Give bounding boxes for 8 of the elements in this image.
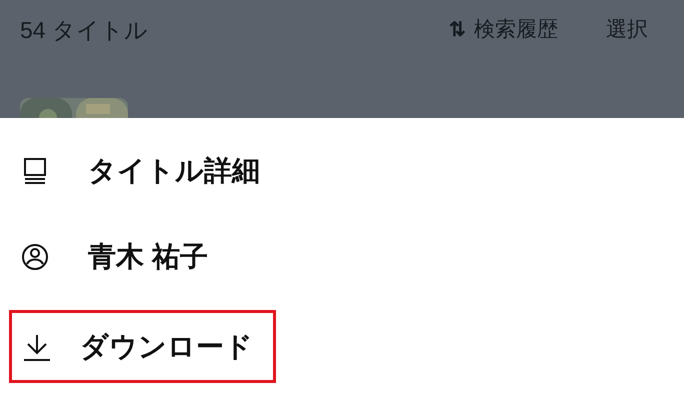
person-icon: [22, 243, 48, 271]
menu-item[interactable]: ダウンロード: [9, 310, 276, 383]
book-icon: [22, 157, 48, 185]
sort-icon: ⇅: [449, 15, 466, 45]
title-count: 54 タイトル: [20, 16, 148, 45]
download-icon: [24, 332, 50, 360]
menu-item[interactable]: タイトル詳細: [22, 128, 322, 214]
menu-item[interactable]: 青木 祐子: [22, 214, 322, 300]
